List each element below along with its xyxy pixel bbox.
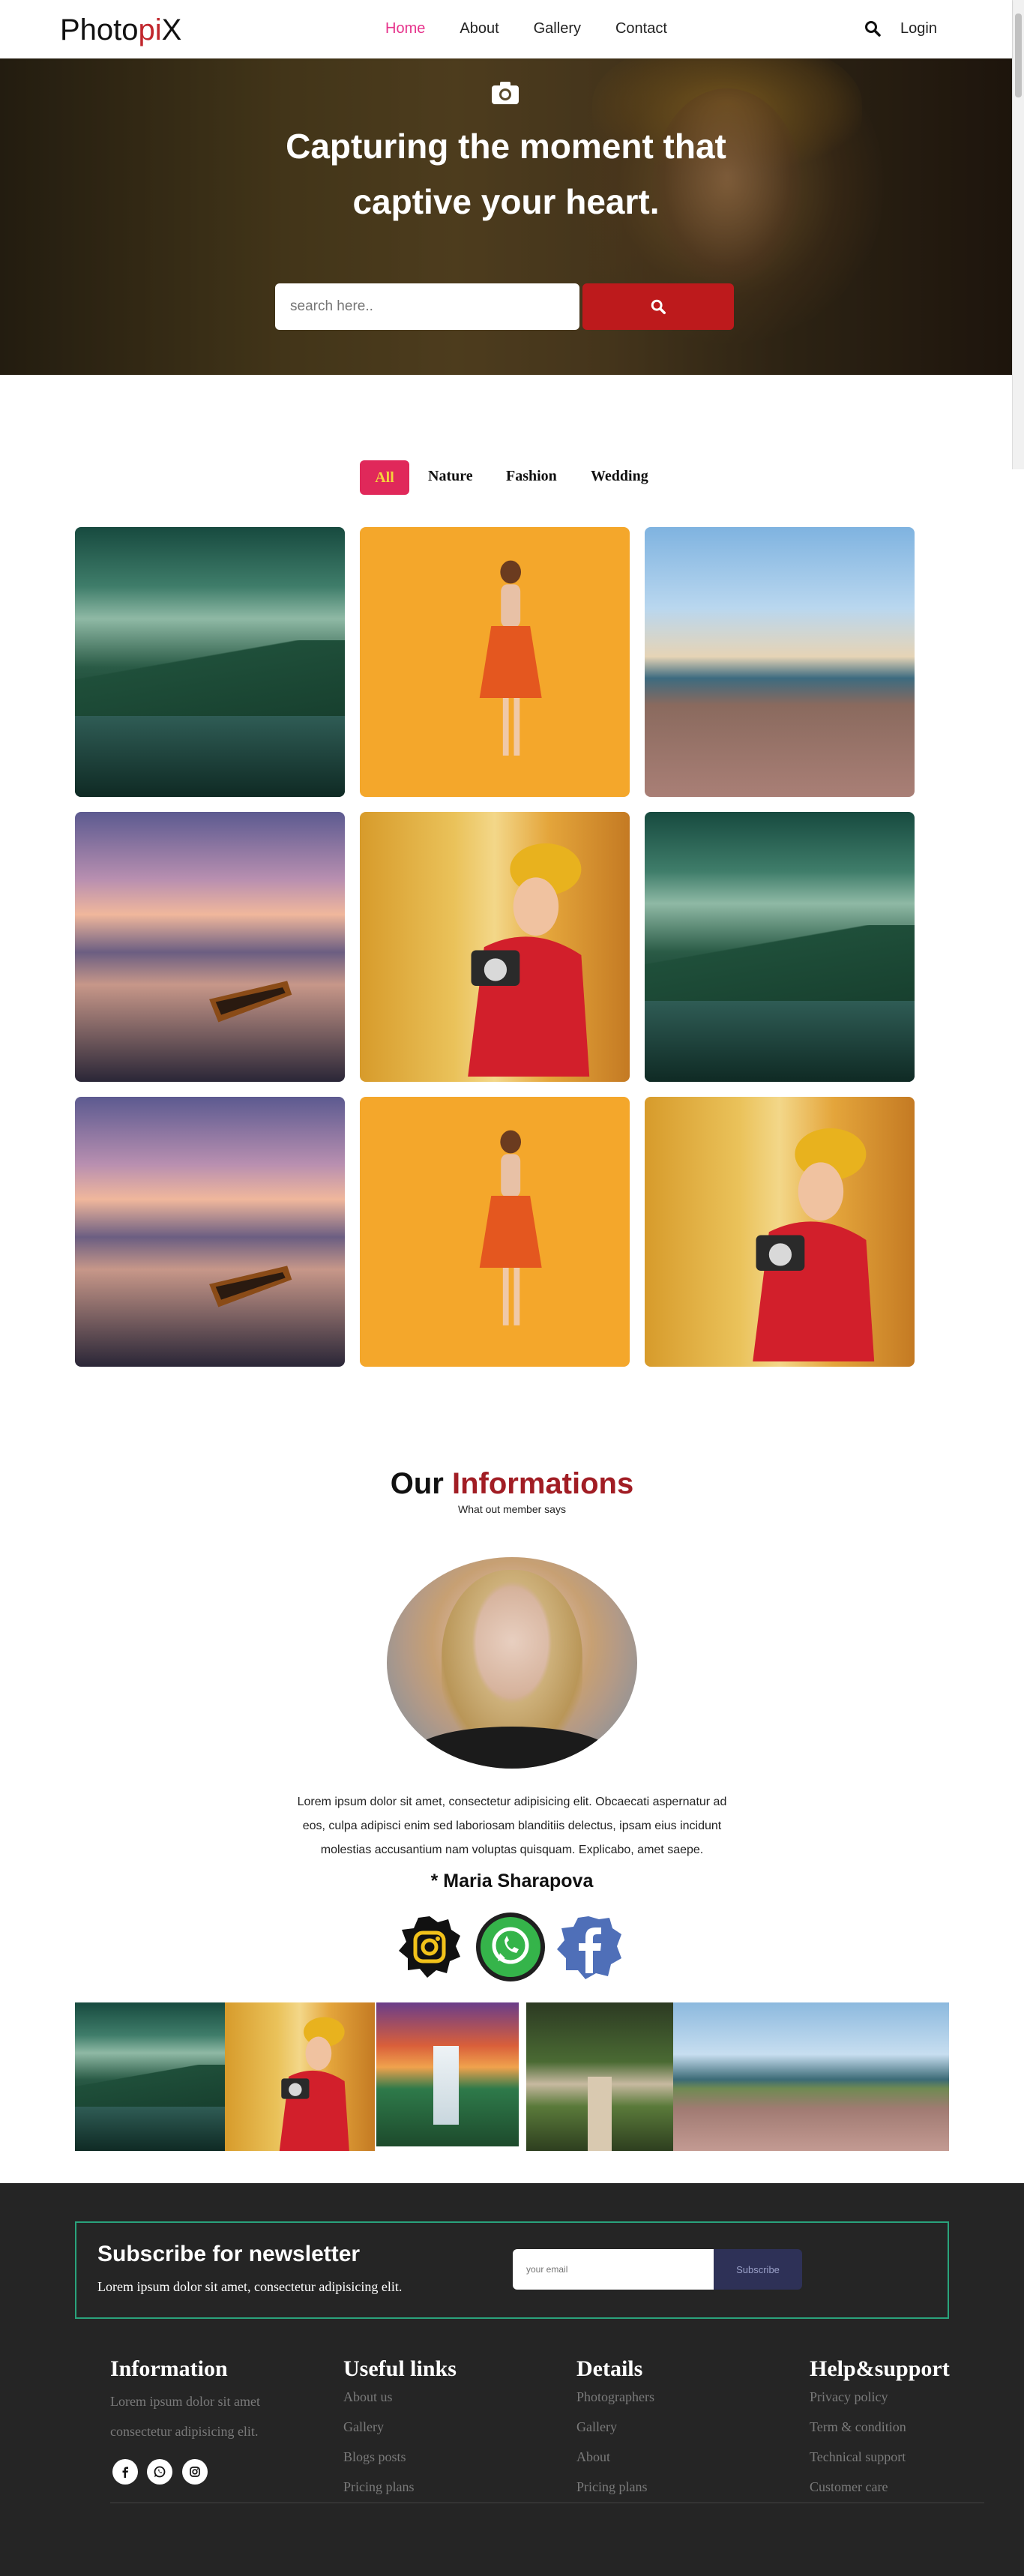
newsletter-email-input[interactable] — [513, 2249, 714, 2290]
newsletter-title: Subscribe for newsletter — [97, 2242, 361, 2266]
filter-wedding[interactable]: Wedding — [591, 468, 648, 485]
search-icon[interactable] — [864, 19, 882, 37]
footer-col-title-help-support: Help&support — [810, 2356, 950, 2381]
info-title: Our Informations — [0, 1467, 1024, 1501]
footer-information-text: Lorem ipsum dolor sit amet consectetur a… — [110, 2394, 260, 2439]
filter-fashion[interactable]: Fashion — [506, 468, 557, 485]
footer-link-blog-posts[interactable]: Blogs posts — [343, 2449, 406, 2465]
filter-all[interactable]: All — [360, 460, 409, 495]
footer-link-about[interactable]: About — [576, 2449, 610, 2465]
footer-link-photographers[interactable]: Photographers — [576, 2389, 654, 2405]
hero-title-line2: captive your heart. — [352, 182, 660, 221]
info-title-part1: Our — [390, 1467, 444, 1500]
scrollbar-thumb[interactable] — [1015, 13, 1022, 97]
nav-contact[interactable]: Contact — [615, 20, 667, 37]
brand-text-end: X — [161, 13, 182, 46]
subscribe-button[interactable]: Subscribe — [714, 2249, 802, 2290]
gallery-image-woman-orange-dress[interactable] — [360, 527, 630, 797]
newsletter-text: Lorem ipsum dolor sit amet, consectetur … — [97, 2279, 403, 2294]
facebook-icon[interactable] — [554, 1912, 624, 1982]
strip-image-sea-deck[interactable] — [673, 2002, 949, 2151]
footer-col-title-useful-links: Useful links — [343, 2356, 457, 2381]
gallery-image-sea-deck[interactable] — [645, 527, 915, 797]
testimonial-text: Lorem ipsum dolor sit amet, consectetur … — [297, 1796, 727, 1856]
gallery-image-mountain-lake[interactable] — [645, 812, 915, 1082]
hero-search-input[interactable] — [275, 283, 579, 330]
footer-col-title-details: Details — [576, 2356, 643, 2381]
strip-image-waterfall[interactable] — [376, 2002, 519, 2146]
testimonial-author: * Maria Sharapova — [430, 1871, 594, 1892]
nav-about[interactable]: About — [460, 20, 499, 37]
top-navbar: PhotopiX Home About Gallery Contact Logi… — [0, 0, 1012, 58]
gallery-image-boat-sunset[interactable] — [75, 1097, 345, 1367]
footer-link-gallery[interactable]: Gallery — [343, 2419, 384, 2435]
footer-link-pricing-plans[interactable]: Pricing plans — [343, 2479, 415, 2495]
gallery-filters: All Nature Fashion Wedding — [0, 460, 1012, 498]
footer-col-title-information: Information — [110, 2356, 228, 2381]
gallery-image-woman-camera[interactable] — [360, 812, 630, 1082]
nav-home[interactable]: Home — [385, 20, 425, 37]
login-link[interactable]: Login — [900, 20, 937, 37]
instagram-icon[interactable] — [394, 1912, 465, 1982]
footer-link-technical-support[interactable]: Technical support — [810, 2449, 906, 2465]
gallery-image-woman-orange-dress[interactable] — [360, 1097, 630, 1367]
gallery-image-mountain-lake[interactable] — [75, 527, 345, 797]
whatsapp-icon[interactable] — [147, 2459, 172, 2485]
brand-accent: pi — [138, 13, 162, 46]
whatsapp-icon[interactable] — [475, 1912, 546, 1982]
brand-logo[interactable]: PhotopiX — [60, 13, 181, 47]
hero-title-line1: Capturing the moment that — [286, 127, 726, 166]
filter-nature[interactable]: Nature — [428, 468, 473, 485]
footer-link-about-us[interactable]: About us — [343, 2389, 393, 2405]
footer-link-customer-care[interactable]: Customer care — [810, 2479, 888, 2495]
page-scrollbar[interactable] — [1012, 0, 1024, 469]
member-avatar — [387, 1557, 637, 1769]
gallery-image-boat-sunset[interactable] — [75, 812, 345, 1082]
camera-icon — [492, 82, 519, 104]
footer-link-terms[interactable]: Term & condition — [810, 2419, 906, 2435]
footer-link-gallery[interactable]: Gallery — [576, 2419, 617, 2435]
strip-image-wedding-aisle[interactable] — [526, 2002, 673, 2151]
footer-link-pricing-plans[interactable]: Pricing plans — [576, 2479, 648, 2495]
search-icon — [651, 299, 666, 314]
footer-link-privacy-policy[interactable]: Privacy policy — [810, 2389, 888, 2405]
facebook-icon[interactable] — [112, 2459, 138, 2485]
newsletter-box — [75, 2221, 949, 2319]
hero-search-button[interactable] — [582, 283, 734, 330]
strip-image-woman-camera[interactable] — [225, 2002, 375, 2151]
gallery-image-woman-camera[interactable] — [645, 1097, 915, 1367]
info-subtitle: What out member says — [458, 1503, 566, 1515]
instagram-icon[interactable] — [182, 2459, 208, 2485]
info-title-accent: Informations — [452, 1467, 634, 1500]
nav-gallery[interactable]: Gallery — [534, 20, 581, 37]
brand-text: Photo — [60, 13, 139, 46]
main-menu: Home About Gallery Contact — [385, 20, 702, 37]
hero-title: Capturing the moment that captive your h… — [0, 118, 1012, 229]
strip-image-mountain-lake[interactable] — [75, 2002, 225, 2151]
